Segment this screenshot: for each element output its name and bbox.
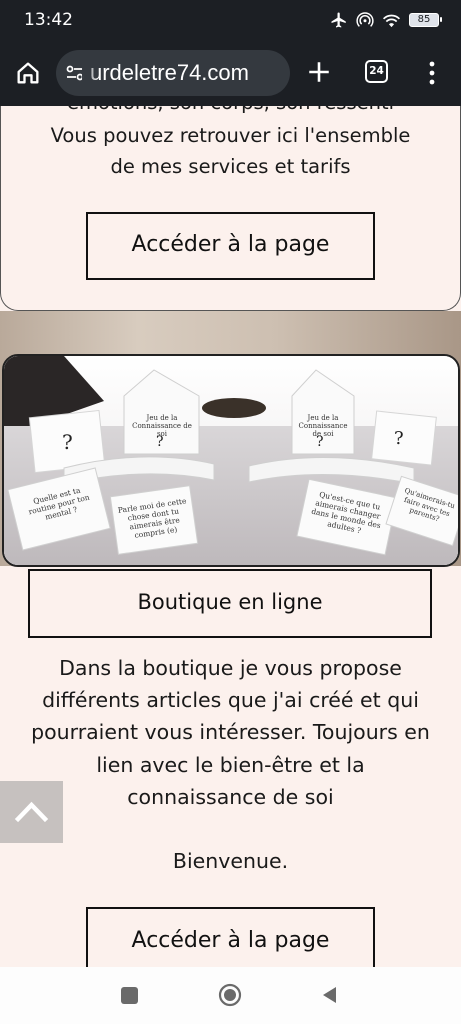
home-icon[interactable] — [14, 59, 42, 87]
services-line-1: Vous pouvez retrouver ici l'ensemble — [50, 124, 411, 147]
shop-welcome: Bienvenue. — [172, 849, 289, 873]
wifi-icon — [382, 14, 401, 28]
box-mark-right: ? — [316, 434, 324, 450]
address-bar[interactable]: urdeletre74.com — [56, 50, 290, 96]
shop-desc-line-1: Dans la boutique je vous propose — [59, 656, 402, 680]
shop-desc-line-3: pourraient vous intéresser. Toujours en — [31, 720, 430, 744]
services-access-button[interactable]: Accéder à la page — [86, 212, 375, 280]
chevron-up-icon — [14, 801, 49, 823]
url-text[interactable]: urdeletre74.com — [90, 60, 249, 86]
home-icon[interactable] — [218, 983, 242, 1007]
url-fade — [82, 50, 98, 96]
status-time: 13:42 — [24, 10, 73, 30]
shop-photo: Jeu de la Connaissance de soi Jeu de la … — [2, 354, 460, 567]
standing-card-right-mark: ? — [394, 428, 404, 449]
new-tab-icon[interactable] — [306, 59, 332, 85]
airplane-icon — [331, 12, 346, 28]
box-mark-left: ? — [156, 434, 164, 450]
shop-access-button[interactable]: Accéder à la page — [86, 907, 375, 975]
hotspot-icon — [356, 12, 374, 27]
clipped-line-wrap: émotions, son corps, son ressenti — [0, 106, 461, 120]
shop-title[interactable]: Boutique en ligne — [28, 569, 432, 638]
services-clipped-text: émotions, son corps, son ressenti — [0, 106, 461, 118]
back-icon[interactable] — [320, 985, 340, 1005]
tabs-icon[interactable]: 24 — [365, 60, 388, 83]
browser-toolbar: urdeletre74.com 24 — [0, 40, 461, 106]
status-icons: 85 — [330, 11, 442, 29]
shop-desc-line-2: différents articles que j'ai créé et qui — [42, 688, 419, 712]
menu-icon[interactable] — [427, 61, 437, 85]
battery-icon: 85 — [409, 13, 442, 27]
recents-icon[interactable] — [121, 987, 138, 1004]
services-line-2: de mes services et tarifs — [110, 155, 351, 178]
status-bar: 13:42 85 — [0, 0, 461, 40]
shop-photo-drawing — [4, 356, 458, 565]
system-nav-bar — [0, 967, 461, 1024]
shop-desc-line-4: lien avec le bien-être et la — [96, 753, 365, 777]
shop-desc-line-5: connaissance de soi — [127, 785, 334, 809]
standing-card-left-mark: ? — [62, 430, 73, 454]
scroll-top-button[interactable] — [0, 781, 63, 843]
